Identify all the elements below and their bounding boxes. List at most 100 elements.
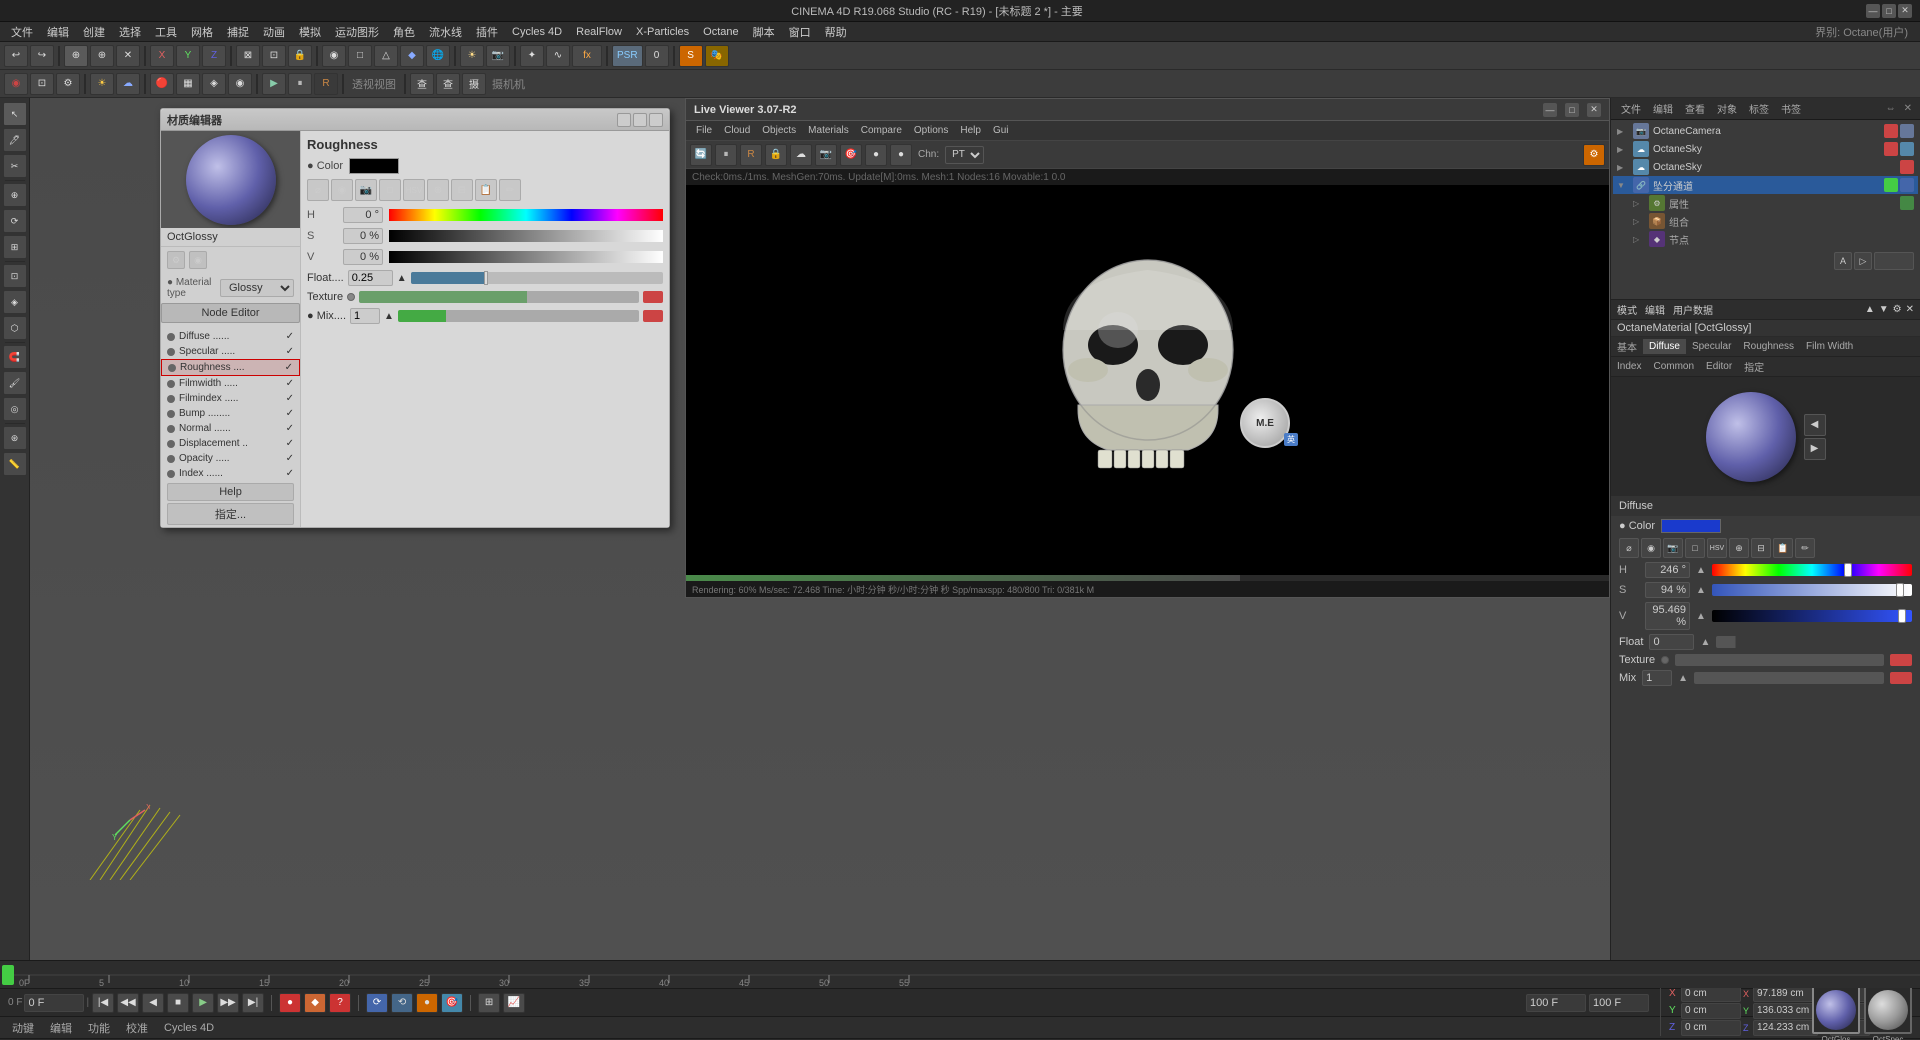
rp-s-increment[interactable]: ▲ [1696,585,1706,596]
fps-input[interactable] [1589,994,1649,1012]
extrude-tool[interactable]: ⊡ [3,264,27,288]
rp-tab-common-main[interactable]: Common [1647,359,1700,374]
menu-plugin[interactable]: 插件 [469,22,505,42]
mat-ctrl-btn1[interactable]: ⚙ [167,251,185,269]
rp-icon-d1[interactable]: ⌀ [1619,538,1639,558]
view-btn1[interactable]: 查 [410,73,434,95]
mat-type-select[interactable]: Glossy Diffuse Specular [220,279,294,297]
rp-v-increment[interactable]: ▲ [1696,611,1706,622]
deform-btn[interactable]: ∿ [546,45,570,67]
cube-btn[interactable]: □ [348,45,372,67]
channel-bump[interactable]: Bump ........ ✓ [161,406,300,421]
maximize-btn[interactable]: □ [1882,4,1896,18]
anim-cycle-btn[interactable]: ⟳ [366,993,388,1013]
anim-step-fwd[interactable]: ▶▶ [217,993,239,1013]
rp-tab-specular[interactable]: Specular [1686,339,1737,354]
lv-btn-cloud[interactable]: ☁ [790,144,812,166]
attr-edit-label[interactable]: 编辑 [1645,302,1665,317]
sky-btn[interactable]: ☁ [116,73,140,95]
snap-tool[interactable]: ⊛ [3,426,27,450]
rp-tab-roughness-main[interactable]: Roughness [1737,339,1800,354]
oct-pause-btn[interactable]: ⏸ [288,73,312,95]
anim-grid-btn[interactable]: ⊞ [478,993,500,1013]
texture-slider[interactable] [359,291,639,303]
paint-tool[interactable]: 🖊 [3,128,27,152]
mix-slider[interactable] [398,310,639,322]
anim-orange-btn[interactable]: ● [416,993,438,1013]
menu-file[interactable]: 文件 [4,22,40,42]
delete-btn[interactable]: ✕ [116,45,140,67]
rp-icon-d8[interactable]: 📋 [1773,538,1793,558]
rp-icon-d9[interactable]: ✏ [1795,538,1815,558]
track-tab-edit[interactable]: 编辑 [42,1019,80,1037]
brush-tool[interactable]: 🖌 [3,371,27,395]
mat-editor-minimize[interactable]: — [617,113,631,127]
scale-tool[interactable]: ⊞ [3,235,27,259]
bevel-tool[interactable]: ◈ [3,290,27,314]
attr-user-label[interactable]: 用户数据 [1673,302,1713,317]
rp-float-increment[interactable]: ▲ [1700,637,1710,648]
help-btn[interactable]: Help [167,483,294,501]
size-y[interactable] [1753,1003,1818,1019]
track-tab-function[interactable]: 功能 [80,1019,118,1037]
menu-xparticles[interactable]: X-Particles [629,24,696,40]
menu-octane[interactable]: Octane [696,24,745,40]
channel-icon8[interactable]: 📋 [475,179,497,201]
texture-end-dot[interactable] [643,291,663,303]
rp-tab-assign[interactable]: 指定 [1738,357,1770,376]
rp-tab-tags[interactable]: 标签 [1743,99,1775,118]
rp-tab-index[interactable]: Index [1611,359,1647,374]
mat3-btn[interactable]: ◈ [202,73,226,95]
tree-item-channel[interactable]: ▼ 🔗 坠分通道 [1613,176,1918,194]
menu-realflow[interactable]: RealFlow [569,24,629,40]
channel-icon3[interactable]: 📷 [355,179,377,201]
channel-icon9[interactable]: ✏ [499,179,521,201]
mat1-btn[interactable]: 🔴 [150,73,174,95]
select-btn[interactable]: ⊕ [64,45,88,67]
pos-y[interactable] [1681,1003,1741,1019]
anim-question[interactable]: ? [329,993,351,1013]
lv-btn-dot2[interactable]: ● [890,144,912,166]
menu-snap[interactable]: 捕捉 [220,22,256,42]
menu-tools[interactable]: 工具 [148,22,184,42]
octane1-btn[interactable]: S [679,45,703,67]
anim-go-start[interactable]: |◀ [92,993,114,1013]
close-btn[interactable]: ✕ [1898,4,1912,18]
rp-tab-view[interactable]: 查看 [1679,99,1711,118]
rp-tab-diffuse[interactable]: Diffuse [1643,339,1686,354]
rp-icon-resize[interactable] [1874,252,1914,270]
view-btn2[interactable]: 查 [436,73,460,95]
channel-index[interactable]: Index ...... ✓ [161,466,300,479]
s-slider[interactable] [389,230,663,242]
rp-close-btn2[interactable]: ✕ [1900,103,1916,114]
mat-editor-maximize[interactable]: □ [633,113,647,127]
menu-script[interactable]: 脚本 [746,22,782,42]
render-btn[interactable]: ◉ [4,73,28,95]
track-tab-keyframe[interactable]: 动键 [4,1019,42,1037]
channel-icon6[interactable]: ⊕ [427,179,449,201]
rp-icon-d6[interactable]: ⊕ [1729,538,1749,558]
float-slider-handle[interactable] [484,271,488,285]
float-slider-bar[interactable] [411,272,663,284]
loop-tool[interactable]: ⬡ [3,316,27,340]
anim-step-back[interactable]: ◀◀ [117,993,139,1013]
lv-settings-btn[interactable]: ⚙ [1583,144,1605,166]
rp-tex-dot[interactable] [1661,656,1669,664]
menu-pipeline[interactable]: 流水线 [422,22,469,42]
rp-icon-right[interactable]: ▷ [1854,252,1872,270]
channel-icon7[interactable]: ⊟ [451,179,473,201]
tree-item-camera[interactable]: ▶ 📷 OctaneCamera [1613,122,1918,140]
rp-tex-slider-bar[interactable] [1675,654,1884,666]
rp-tex-end[interactable] [1890,654,1912,666]
fx-btn[interactable]: fx [572,45,602,67]
rp-icon-d5[interactable]: HSV [1707,538,1727,558]
rp-h-slider[interactable] [1712,564,1912,576]
gem-btn[interactable]: ◆ [400,45,424,67]
rp-tab-filmwidth[interactable]: Film Width [1800,339,1859,354]
menu-char[interactable]: 角色 [386,22,422,42]
channel-normal[interactable]: Normal ...... ✓ [161,421,300,436]
texture-dot[interactable] [347,293,355,301]
rp-v-slider[interactable] [1712,610,1912,622]
lock-btn[interactable]: 🔒 [288,45,312,67]
track-tab-cycles[interactable]: Cycles 4D [156,1021,222,1035]
